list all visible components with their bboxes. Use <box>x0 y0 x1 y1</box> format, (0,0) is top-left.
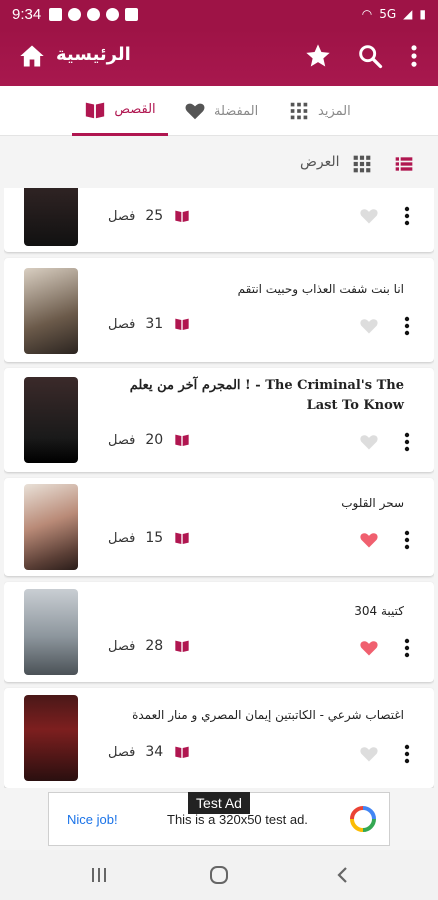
story-card[interactable]: اغتصاب شرعي - الكاتبتين إيمان المصري و م… <box>4 688 434 788</box>
story-title: كتيبة 304 <box>354 604 404 618</box>
signal-icon: ◢ <box>403 7 413 21</box>
grid-icon <box>290 102 308 120</box>
item-menu-icon[interactable] <box>404 638 410 658</box>
status-bar: 9:34 ◠ 5G ◢ ▮ <box>0 0 438 28</box>
story-card[interactable]: فصل 25 <box>4 188 434 252</box>
home-icon[interactable] <box>18 42 46 70</box>
list-view-icon[interactable] <box>394 154 414 174</box>
item-menu-icon[interactable] <box>404 206 410 226</box>
wifi-icon: ◠ <box>361 7 373 21</box>
story-cover <box>24 377 78 463</box>
home-button-icon[interactable] <box>208 864 230 886</box>
view-label: العرض <box>300 154 340 170</box>
item-menu-icon[interactable] <box>404 316 410 336</box>
story-cover <box>24 484 78 570</box>
book-icon <box>175 532 189 544</box>
book-icon <box>86 102 105 118</box>
battery-icon: ▮ <box>419 7 426 21</box>
tab-stories-label: القصص <box>114 102 156 117</box>
notification-icons <box>49 7 139 21</box>
recents-icon[interactable] <box>88 864 110 886</box>
favorite-heart-icon[interactable] <box>358 316 380 336</box>
story-cover <box>24 188 78 246</box>
chapter-count: فصل 28 <box>108 638 191 654</box>
chapter-count: فصل 31 <box>108 316 191 332</box>
chapter-count: فصل 15 <box>108 530 191 546</box>
facebook-icon <box>87 7 101 21</box>
tab-stories[interactable]: القصص <box>72 86 168 136</box>
star-icon[interactable] <box>304 42 332 70</box>
favorite-heart-icon[interactable] <box>358 530 380 550</box>
book-icon <box>175 434 189 446</box>
test-ad-tag: Test Ad <box>188 792 250 814</box>
story-card[interactable]: انا بنت شفت العذاب وحبيت انتقم فصل 31 <box>4 258 434 362</box>
favorite-heart-icon[interactable] <box>358 638 380 658</box>
tab-favorites[interactable]: المفضلة <box>184 86 258 136</box>
system-nav-bar <box>0 850 438 900</box>
ad-nice-text: Nice job! <box>67 812 118 827</box>
facebook-icon <box>68 7 82 21</box>
book-icon <box>175 318 189 330</box>
item-menu-icon[interactable] <box>404 432 410 452</box>
item-menu-icon[interactable] <box>404 530 410 550</box>
tab-more[interactable]: المزيد <box>288 86 351 136</box>
story-cover <box>24 695 78 781</box>
grid-view-icon[interactable] <box>352 154 372 174</box>
item-menu-icon[interactable] <box>404 744 410 764</box>
app-bar: الرئيسية <box>0 28 438 86</box>
story-cover <box>24 589 78 675</box>
back-icon[interactable] <box>332 864 354 886</box>
book-icon <box>175 746 189 758</box>
chapter-count: فصل 20 <box>108 432 191 448</box>
story-title: اغتصاب شرعي - الكاتبتين إيمان المصري و م… <box>132 708 404 722</box>
bag-icon <box>49 7 63 21</box>
page-title: الرئيسية <box>56 44 131 65</box>
book-icon <box>175 640 189 652</box>
overflow-menu-icon[interactable] <box>400 42 428 70</box>
tab-favorites-label: المفضلة <box>214 103 259 119</box>
story-card[interactable]: المجرم آخر من يعلم ! - The Criminal's Th… <box>4 368 434 472</box>
story-title: انا بنت شفت العذاب وحبيت انتقم <box>237 282 404 296</box>
ad-logo-icon <box>350 806 376 832</box>
tab-bar: المزيد المفضلة القصص <box>0 86 438 136</box>
image-icon <box>125 7 139 21</box>
network-type: 5G <box>379 7 397 21</box>
status-time: 9:34 <box>12 5 42 23</box>
ad-text: This is a 320x50 test ad. <box>167 812 308 827</box>
story-list[interactable]: فصل 25 انا بنت شفت العذاب وحبيت انتقم فص… <box>4 188 434 788</box>
story-cover <box>24 268 78 354</box>
story-card[interactable]: كتيبة 304 فصل 28 <box>4 582 434 682</box>
story-title: المجرم آخر من يعلم ! - The Criminal's Th… <box>129 378 404 413</box>
tab-more-label: المزيد <box>318 103 351 119</box>
favorite-heart-icon[interactable] <box>358 206 380 226</box>
chapter-count: فصل 34 <box>108 744 191 760</box>
chapter-count: فصل 25 <box>108 208 191 224</box>
view-toggle-bar: العرض <box>0 146 438 182</box>
pinterest-icon <box>106 7 120 21</box>
heart-icon <box>185 103 205 120</box>
search-icon[interactable] <box>356 42 384 70</box>
favorite-heart-icon[interactable] <box>358 432 380 452</box>
book-icon <box>175 210 189 222</box>
favorite-heart-icon[interactable] <box>358 744 380 764</box>
story-card[interactable]: سحر القلوب فصل 15 <box>4 478 434 576</box>
story-title: سحر القلوب <box>341 496 404 510</box>
